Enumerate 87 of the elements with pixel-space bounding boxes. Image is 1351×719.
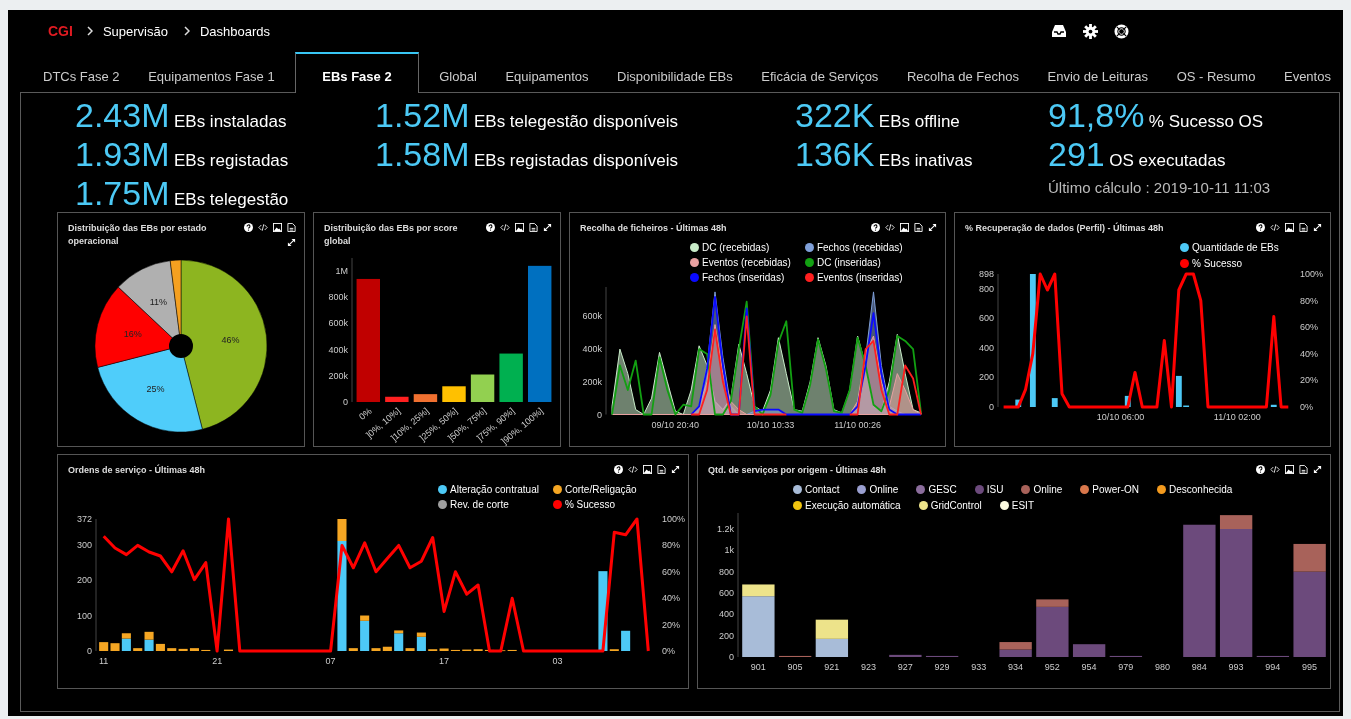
axis-label: 929 [934, 662, 950, 672]
chart-title: Ordens de serviço - Últimas 48h [68, 464, 207, 477]
axis-label: 300 [76, 539, 92, 550]
axis-label: 400 [978, 342, 994, 353]
axis-label: 0% [357, 405, 374, 422]
axis-label: 400k [328, 344, 348, 355]
kpi-stat: 291 OS executadas [1048, 136, 1227, 175]
axis-label: 600k [328, 318, 348, 329]
axis-label: 600 [978, 313, 994, 324]
axis-label: 0 [597, 409, 602, 420]
axis-label: 800k [328, 292, 348, 303]
axis-label: 372 [76, 514, 92, 524]
axis-label: 995 [1302, 662, 1318, 672]
kpi-stat: 1.75M EBs telegestão [75, 175, 290, 214]
kpi-stat: 1.93M EBs registadas [75, 136, 290, 175]
axis-label: 1M [335, 266, 348, 277]
axis-label: 09/10 20:40 [651, 419, 700, 430]
axis-label: 979 [1118, 662, 1134, 672]
axis-label: 21 [212, 656, 223, 666]
axis-label: 0 [729, 652, 734, 662]
axis-label: 927 [897, 662, 913, 672]
axis-label: 0 [989, 402, 994, 412]
axis-label: 921 [824, 662, 840, 672]
axis-label: 923 [861, 662, 877, 672]
axis-label: 0% [1300, 402, 1313, 412]
axis-label: 1k [724, 545, 734, 556]
axis-label: 60% [1300, 322, 1318, 333]
kpi-stat: 91,8%% Sucesso OS [1048, 97, 1265, 136]
kpi-stat: 1.52M EBs telegestão disponíveis [375, 97, 680, 136]
axis-label: 984 [1191, 662, 1207, 672]
axis-label: 60% [662, 566, 680, 577]
axis-label: 20% [662, 619, 680, 630]
slice-label: 11% [149, 296, 168, 307]
axis-label: 980 [1155, 662, 1171, 672]
axis-label: 1.2k [717, 524, 734, 534]
axis-label: 11/10 02:00 [1213, 412, 1261, 422]
axis-label: 400 [718, 609, 734, 620]
axis-label: 100 [76, 610, 92, 621]
axis-label: 10/10 10:33 [746, 419, 795, 430]
chart-title: Distribuição das EBs por score global [324, 222, 459, 248]
axis-label: 0 [87, 646, 92, 656]
axis-label: 80% [1300, 295, 1318, 306]
axis-label: 600k [582, 311, 602, 322]
axis-label: 994 [1265, 662, 1281, 672]
axis-label: 600 [718, 588, 734, 598]
axis-label: 954 [1081, 662, 1097, 672]
axis-label: 200 [76, 575, 92, 586]
kpi-stat: 136K EBs inativas [795, 136, 974, 175]
axis-label: 03 [552, 656, 563, 666]
axis-label: 934 [1008, 662, 1024, 672]
axis-label: 100% [662, 514, 686, 524]
axis-label: 40% [662, 593, 680, 604]
axis-label: 40% [1300, 348, 1318, 359]
axis-label: 10/10 06:00 [1096, 412, 1145, 422]
kpi-stat: 2.43M EBs instaladas [75, 97, 288, 136]
chart-title: % Recuperação de dados (Perfil) - Últimas 48h [965, 222, 1165, 235]
kpi-stat: 1.58M EBs registadas disponíveis [375, 136, 680, 175]
last-calculation-text: Último cálculo : 2019-10-11 11:03 [1048, 179, 1271, 196]
axis-label: 200k [328, 370, 348, 381]
axis-label: 80% [662, 540, 680, 551]
axis-label: 11/10 00:26 [834, 419, 882, 430]
axis-label: 800 [718, 566, 734, 577]
axis-label: 100% [1300, 271, 1324, 279]
axis-label: 200 [718, 630, 734, 641]
axis-label: 933 [971, 662, 987, 672]
axis-label: 993 [1228, 662, 1244, 672]
axis-label: 11 [99, 656, 109, 666]
axis-label: 898 [978, 271, 994, 279]
axis-label: 901 [750, 662, 766, 672]
axis-label: 905 [787, 662, 803, 672]
axis-label: 800 [978, 283, 994, 294]
slice-label: 16% [123, 328, 142, 339]
axis-label: 17 [439, 656, 450, 666]
axis-label: 400k [582, 344, 602, 355]
axis-label: 200 [978, 372, 994, 383]
axis-label: 20% [1300, 375, 1318, 386]
chart-title: Distribuição das EBs por estado operacional [68, 222, 208, 248]
chart-title: Recolha de ficheiros - Últimas 48h [580, 222, 728, 235]
axis-label: 07 [325, 656, 336, 666]
slice-label: 25% [146, 383, 165, 394]
slice-label: 46% [221, 334, 240, 345]
chart-title: Qtd. de serviços por origem - Últimas 48h [708, 464, 888, 477]
kpi-stat: 322K EBs offline [795, 97, 961, 136]
axis-label: 952 [1044, 662, 1060, 672]
axis-label: 0% [662, 646, 675, 656]
axis-label: 200k [582, 376, 602, 387]
axis-label: 0 [343, 397, 348, 407]
